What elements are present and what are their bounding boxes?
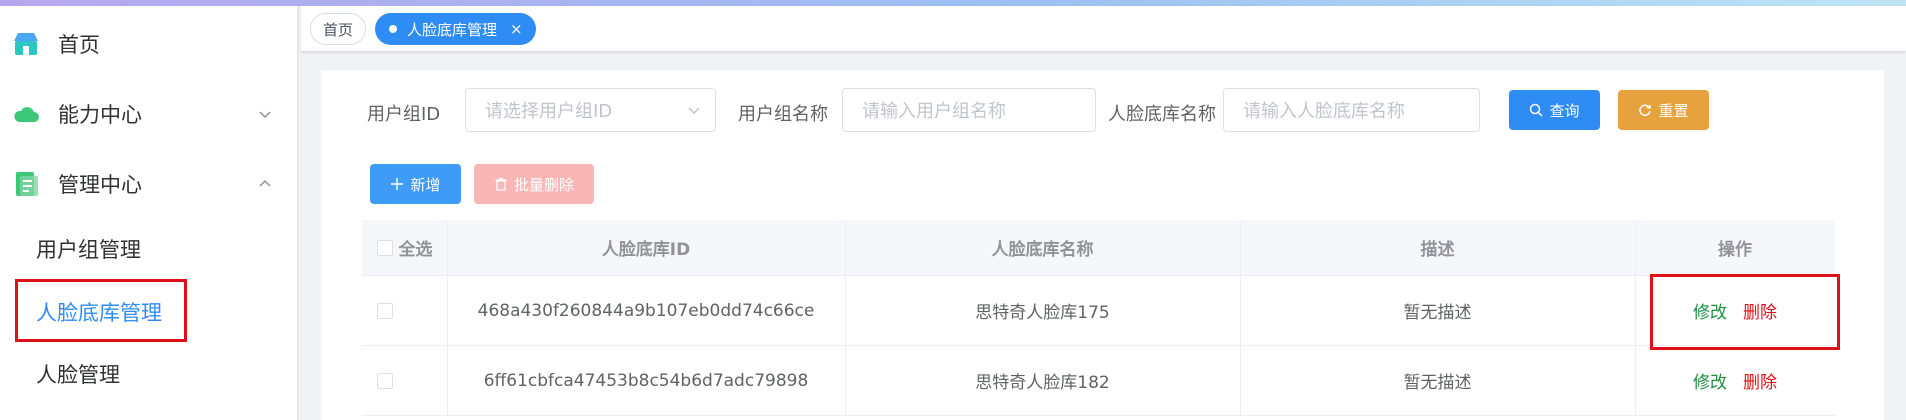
row-checkbox-cell (362, 346, 408, 415)
sidebar-item-capability-center[interactable]: 能力中心 (0, 84, 297, 144)
search-icon (1530, 103, 1544, 117)
group-id-select[interactable]: 请选择用户组ID (465, 88, 716, 132)
trash-icon (495, 177, 507, 191)
add-button[interactable]: 新增 (370, 164, 461, 204)
sidebar-item-home[interactable]: 首页 (0, 14, 297, 74)
row-name: 思特奇人脸库175 (975, 303, 1110, 323)
store-icon (14, 33, 38, 55)
sidebar-item-user-group-management[interactable]: 用户组管理 (0, 221, 297, 277)
chevron-down-icon (688, 107, 700, 115)
row-checkbox-cell (362, 276, 408, 345)
header-id: 人脸底库ID (601, 240, 691, 260)
search-button[interactable]: 查询 (1509, 90, 1600, 130)
table-row: 468a430f260844a9b107eb0dd74c66ce 思特奇人脸库1… (362, 276, 1835, 346)
row-description: 暂无描述 (1403, 303, 1472, 323)
row-description: 暂无描述 (1403, 373, 1472, 393)
sidebar-item-label: 人脸管理 (36, 363, 120, 387)
active-dot-icon (389, 25, 397, 33)
sidebar-item-label: 能力中心 (58, 103, 142, 127)
sidebar-item-label: 用户组管理 (36, 238, 141, 262)
row-name: 思特奇人脸库182 (975, 373, 1110, 393)
tab-home[interactable]: 首页 (310, 13, 366, 45)
library-name-label: 人脸底库名称 (1108, 104, 1216, 125)
row-id: 468a430f260844a9b107eb0dd74c66ce (477, 300, 815, 321)
chevron-up-icon (259, 179, 271, 187)
sidebar-item-label: 首页 (58, 33, 100, 57)
batch-delete-button[interactable]: 批量删除 (474, 164, 594, 204)
sidebar-item-label: 管理中心 (58, 173, 142, 197)
sidebar-item-label: 人脸底库管理 (36, 301, 162, 325)
library-name-placeholder: 请输入人脸底库名称 (1243, 101, 1405, 122)
sidebar: 首页 能力中心 管理中心 用户组管理 人脸底库管理 人脸管理 (0, 6, 299, 420)
header-operations: 操作 (1718, 240, 1752, 260)
table-header: 全选 人脸底库ID 人脸底库名称 描述 操作 (362, 220, 1835, 276)
group-name-label: 用户组名称 (738, 104, 828, 125)
chevron-down-icon (259, 111, 271, 119)
plus-icon (391, 178, 404, 190)
header-name: 人脸底库名称 (991, 240, 1094, 260)
edit-link[interactable]: 修改 (1693, 298, 1727, 323)
sidebar-item-face-library-management[interactable]: 人脸底库管理 (0, 284, 297, 340)
row-operations: 修改 删除 (1635, 346, 1835, 415)
sidebar-item-management-center[interactable]: 管理中心 (0, 154, 297, 214)
row-id: 6ff61cbfca47453b8c54b6d7adc79898 (483, 370, 809, 391)
select-all-label: 全选 (398, 240, 433, 260)
select-all-checkbox[interactable] (376, 239, 393, 256)
row-checkbox[interactable] (377, 372, 393, 389)
close-icon[interactable]: × (510, 20, 523, 38)
tab-face-library-management[interactable]: 人脸底库管理 × (375, 13, 536, 45)
add-button-label: 新增 (410, 175, 441, 194)
header-select-all[interactable]: 全选 (362, 220, 447, 275)
reset-button-label: 重置 (1658, 101, 1689, 120)
sidebar-item-face-management[interactable]: 人脸管理 (0, 346, 297, 402)
delete-link[interactable]: 删除 (1743, 298, 1777, 323)
tab-label: 首页 (322, 20, 353, 39)
group-id-label: 用户组ID (367, 104, 441, 125)
tabs-bar: 首页 人脸底库管理 × (301, 6, 1906, 52)
library-name-input[interactable]: 请输入人脸底库名称 (1223, 88, 1480, 132)
document-icon (16, 172, 38, 196)
table-row: 6ff61cbfca47453b8c54b6d7adc79898 思特奇人脸库1… (362, 346, 1835, 416)
refresh-icon (1639, 104, 1652, 117)
tab-label: 人脸底库管理 (407, 20, 498, 39)
search-button-label: 查询 (1549, 101, 1580, 120)
group-name-input[interactable]: 请输入用户组名称 (842, 88, 1096, 132)
cloud-icon (14, 107, 39, 122)
header-description: 描述 (1420, 240, 1455, 260)
batch-delete-button-label: 批量删除 (513, 175, 574, 194)
row-checkbox[interactable] (377, 302, 393, 319)
reset-button[interactable]: 重置 (1618, 90, 1709, 130)
row-operations: 修改 删除 (1635, 276, 1835, 345)
group-id-placeholder: 请选择用户组ID (485, 101, 613, 122)
group-name-placeholder: 请输入用户组名称 (862, 101, 1006, 122)
edit-link[interactable]: 修改 (1693, 368, 1727, 393)
delete-link[interactable]: 删除 (1743, 368, 1777, 393)
